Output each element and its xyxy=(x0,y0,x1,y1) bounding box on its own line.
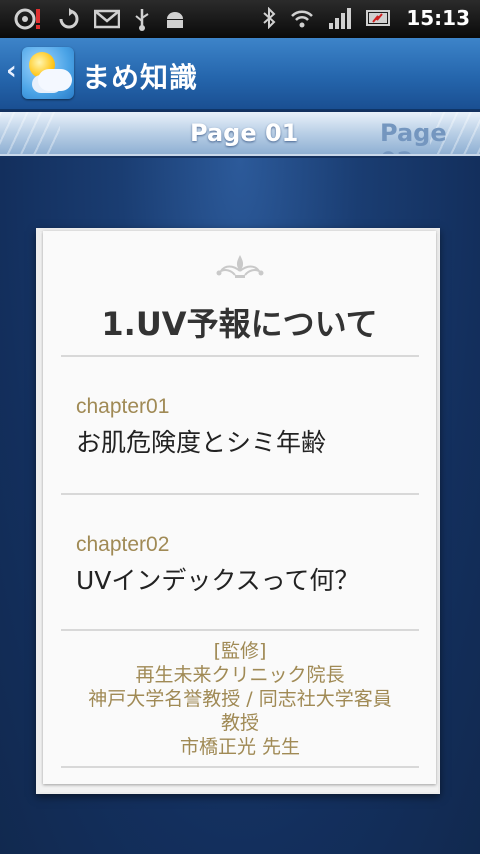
app-title: まめ知識 xyxy=(82,61,199,94)
signal-icon xyxy=(328,5,352,31)
status-time: 15:13 xyxy=(406,6,470,30)
card-title: 1.UV予報について xyxy=(101,305,378,343)
sync-icon xyxy=(58,6,80,32)
stripe-decoration xyxy=(0,112,60,154)
next-page-label[interactable]: Page 02 xyxy=(380,119,480,154)
chapter-title: お肌危険度とシミ年齢 xyxy=(76,428,327,457)
weather-app-icon[interactable] xyxy=(22,47,74,99)
android-debug-icon xyxy=(164,6,186,32)
divider xyxy=(61,493,419,495)
usb-icon xyxy=(134,6,150,32)
divider xyxy=(61,355,419,357)
wifi-icon xyxy=(290,5,314,31)
cloud-shape xyxy=(38,69,72,91)
supervision-credit: [監修] 再生未来クリニック院長 神戸大学名誉教授 / 同志社大学客員 教授 市… xyxy=(61,639,419,759)
sync-alert-icon xyxy=(14,6,44,32)
chapter-label: chapter01 xyxy=(76,395,170,418)
page-indicator-strip[interactable]: Page 01 Page 02 xyxy=(0,112,480,156)
status-bar: 15:13 xyxy=(0,0,480,38)
chapter-item-1[interactable]: chapter01 お肌危険度とシミ年齢 xyxy=(43,395,436,495)
supervision-line: 市橋正光 先生 xyxy=(179,736,301,758)
supervision-line: 神戸大学名誉教授 / 同志社大学客員 xyxy=(88,688,392,710)
battery-icon xyxy=(366,5,392,31)
chapter-label: chapter02 xyxy=(76,533,170,556)
status-icons-left xyxy=(14,6,186,32)
fleur-ornament-icon xyxy=(216,255,264,278)
chapter-title: UVインデックスって何？ xyxy=(76,566,360,595)
supervision-line: 教授 xyxy=(220,712,259,734)
status-icons-right: 15:13 xyxy=(262,5,470,31)
supervision-line: 再生未来クリニック院長 xyxy=(135,664,345,686)
mail-icon xyxy=(94,6,120,32)
supervision-heading: [監修] xyxy=(213,640,267,662)
current-page-label: Page 01 xyxy=(190,119,299,147)
divider xyxy=(61,629,419,631)
chapter-item-2[interactable]: chapter02 UVインデックスって何？ xyxy=(43,533,436,633)
divider xyxy=(61,766,419,768)
app-bar: ‹ まめ知識 xyxy=(0,38,480,110)
bluetooth-icon xyxy=(262,5,276,31)
info-card: 1.UV予報について chapter01 お肌危険度とシミ年齢 chapter0… xyxy=(43,231,436,784)
back-chevron-icon[interactable]: ‹ xyxy=(6,56,17,86)
